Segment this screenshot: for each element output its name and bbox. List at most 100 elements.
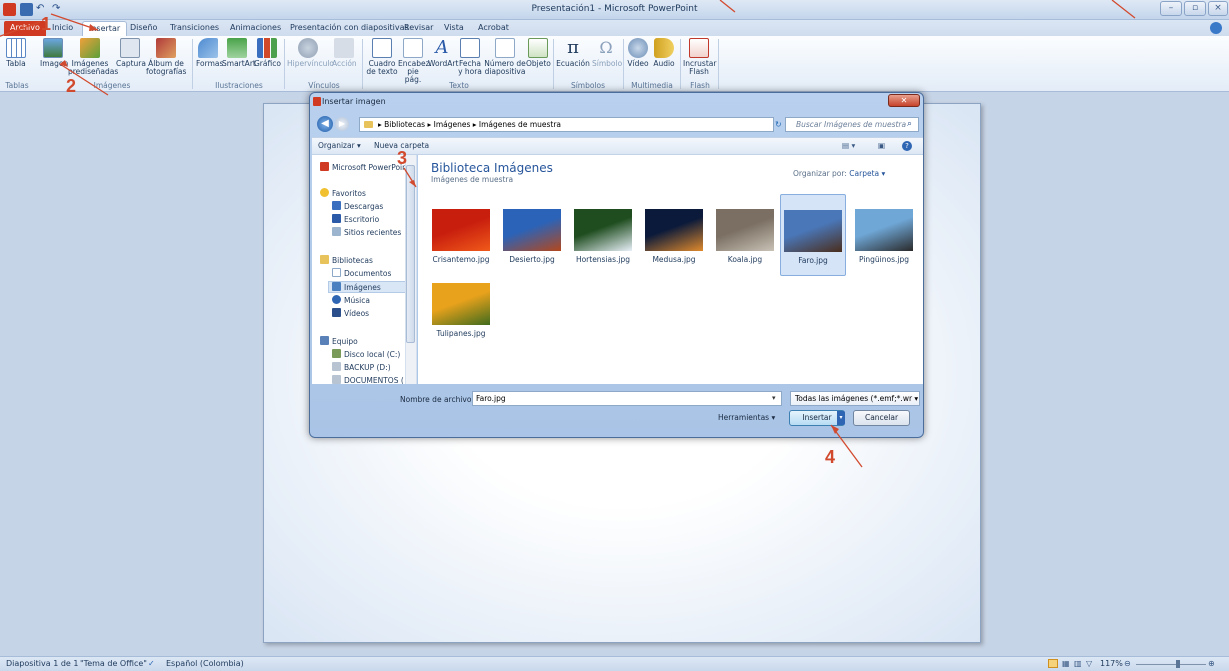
help-icon[interactable]: ? [902, 141, 912, 151]
preview-pane-icon[interactable]: ▣ [878, 141, 885, 150]
back-icon[interactable]: ◀ [317, 116, 333, 132]
downloads-icon [332, 201, 341, 210]
nav-item-videos[interactable]: Vídeos [332, 308, 369, 320]
object-button[interactable]: Objeto [526, 38, 551, 68]
slide-number-button[interactable]: Número de diapositiva [484, 38, 526, 76]
nav-item-backup[interactable]: BACKUP (D:) [332, 362, 391, 374]
date-time-button[interactable]: Fecha y hora [457, 38, 483, 76]
spellcheck-icon[interactable]: ✓ [148, 659, 155, 668]
zoom-in-icon[interactable]: ⊕ [1208, 659, 1215, 668]
nav-item-descargas[interactable]: Descargas [332, 201, 383, 213]
file-thumbnail[interactable]: Desierto.jpg [499, 209, 565, 264]
hyperlink-button[interactable]: Hipervínculo [287, 38, 334, 68]
slideshow-icon[interactable]: ▽ [1086, 659, 1092, 668]
forward-icon[interactable]: ▶ [335, 117, 349, 131]
drive-icon [332, 349, 341, 358]
organize-button[interactable]: Organizar ▾ [318, 141, 361, 150]
organize-by-value[interactable]: Carpeta ▾ [849, 169, 885, 178]
nav-item-equipo[interactable]: Equipo [320, 336, 358, 348]
tab-archivo[interactable]: Archivo [4, 21, 46, 36]
nav-item-musica[interactable]: Música [332, 295, 370, 307]
shapes-button[interactable]: Formas [196, 38, 223, 68]
screenshot-button[interactable]: Captura [116, 38, 146, 68]
file-preview-image [574, 209, 632, 251]
file-preview-image [784, 210, 842, 252]
group-label-simbolos: Símbolos [570, 81, 606, 90]
photo-album-button[interactable]: Álbum de fotografías [146, 38, 186, 76]
search-input[interactable]: Buscar Imágenes de muestra [785, 117, 919, 132]
tab-animaciones[interactable]: Animaciones [224, 21, 287, 36]
nav-item-documentos[interactable]: Documentos [332, 268, 391, 280]
music-icon [332, 295, 341, 304]
tab-revisar[interactable]: Revisar [398, 21, 439, 36]
recent-places-icon [332, 227, 341, 236]
video-button[interactable]: Vídeo [626, 38, 650, 68]
tab-transiciones[interactable]: Transiciones [164, 21, 225, 36]
zoom-slider[interactable] [1136, 664, 1206, 665]
smartart-icon [227, 38, 247, 58]
breadcrumb[interactable]: ▸ Bibliotecas ▸ Imágenes ▸ Imágenes de m… [359, 117, 774, 132]
nav-item-imagenes[interactable]: Imágenes [328, 281, 414, 293]
nav-item-documentos-drive[interactable]: DOCUMENTOS ( [332, 375, 404, 384]
nav-item-bibliotecas[interactable]: Bibliotecas [320, 255, 373, 267]
file-thumbnail[interactable]: Koala.jpg [712, 209, 778, 264]
clipart-button[interactable]: Imágenes prediseñadas [68, 38, 118, 76]
picture-icon [43, 38, 63, 58]
audio-button[interactable]: Audio [652, 38, 676, 68]
equation-button[interactable]: π Ecuación [556, 38, 590, 68]
normal-view-icon[interactable] [1048, 659, 1058, 668]
tab-presentacion[interactable]: Presentación con diapositivas [284, 21, 415, 36]
file-thumbnail[interactable]: Crisantemo.jpg [428, 209, 494, 264]
sorter-view-icon[interactable]: ▦ [1062, 659, 1070, 668]
file-thumbnail[interactable]: Faro.jpg [780, 194, 846, 276]
filename-dropdown-icon[interactable]: ▾ [772, 394, 776, 402]
minimize-icon[interactable]: – [1160, 1, 1182, 16]
action-button[interactable]: Acción [332, 38, 357, 68]
step-1-number: 1 [41, 14, 52, 34]
insert-dropdown-icon[interactable]: ▾ [837, 411, 845, 425]
language[interactable]: Español (Colombia) [166, 659, 244, 668]
view-options-icon[interactable]: ▤ ▾ [842, 141, 855, 150]
symbol-button[interactable]: Ω Símbolo [592, 38, 622, 68]
organize-by[interactable]: Organizar por: Carpeta ▾ [793, 169, 885, 178]
maximize-icon[interactable]: ▫ [1184, 1, 1206, 16]
table-button[interactable]: Tabla [3, 38, 29, 68]
picture-button[interactable]: Imagen [40, 38, 68, 68]
file-thumbnail[interactable]: Medusa.jpg [641, 209, 707, 264]
help-icon[interactable] [1210, 22, 1222, 34]
file-thumbnail[interactable]: Hortensias.jpg [570, 209, 636, 264]
file-type-select[interactable]: Todas las imágenes (*.emf;*.wr ▾ [790, 391, 920, 406]
cancel-button[interactable]: Cancelar [853, 410, 910, 426]
drive-icon [332, 362, 341, 371]
chart-button[interactable]: Gráfico [254, 38, 281, 68]
tab-acrobat[interactable]: Acrobat [472, 21, 515, 36]
library-icon [320, 255, 329, 264]
tools-button[interactable]: Herramientas ▾ [718, 413, 775, 422]
nav-item-disco[interactable]: Disco local (C:) [332, 349, 400, 361]
tab-diseno[interactable]: Diseño [124, 21, 163, 36]
file-preview-image [503, 209, 561, 251]
file-thumbnail[interactable]: Tulipanes.jpg [428, 283, 494, 338]
powerpoint-logo-icon [320, 162, 329, 171]
smartart-button[interactable]: SmartArt [222, 38, 256, 68]
refresh-icon[interactable]: ↻ [775, 117, 784, 132]
close-icon[interactable]: ✕ [888, 94, 920, 107]
tab-insertar[interactable]: Insertar [82, 21, 128, 36]
nav-item-escritorio[interactable]: Escritorio [332, 214, 379, 226]
file-thumbnail[interactable]: Pingüinos.jpg [851, 209, 917, 264]
nav-item-sitios[interactable]: Sitios recientes [332, 227, 401, 239]
tab-vista[interactable]: Vista [438, 21, 470, 36]
filename-input[interactable]: Faro.jpg [472, 391, 782, 406]
reading-view-icon[interactable]: ▥ [1074, 659, 1082, 668]
close-window-icon[interactable]: × [1208, 1, 1228, 16]
nav-scrollbar-thumb[interactable] [406, 165, 415, 343]
textbox-button[interactable]: Cuadro de texto [366, 38, 398, 76]
header-footer-button[interactable]: Encabez. pie pág. [398, 38, 432, 84]
wordart-button[interactable]: A WordArt [428, 38, 458, 68]
zoom-slider-thumb[interactable] [1176, 660, 1180, 668]
zoom-out-icon[interactable]: ⊖ [1124, 659, 1131, 668]
nav-item-favoritos[interactable]: Favoritos [320, 188, 366, 200]
embed-flash-button[interactable]: Incrustar Flash [683, 38, 716, 76]
file-name: Tulipanes.jpg [436, 329, 486, 338]
zoom-level[interactable]: 117% [1100, 659, 1123, 668]
